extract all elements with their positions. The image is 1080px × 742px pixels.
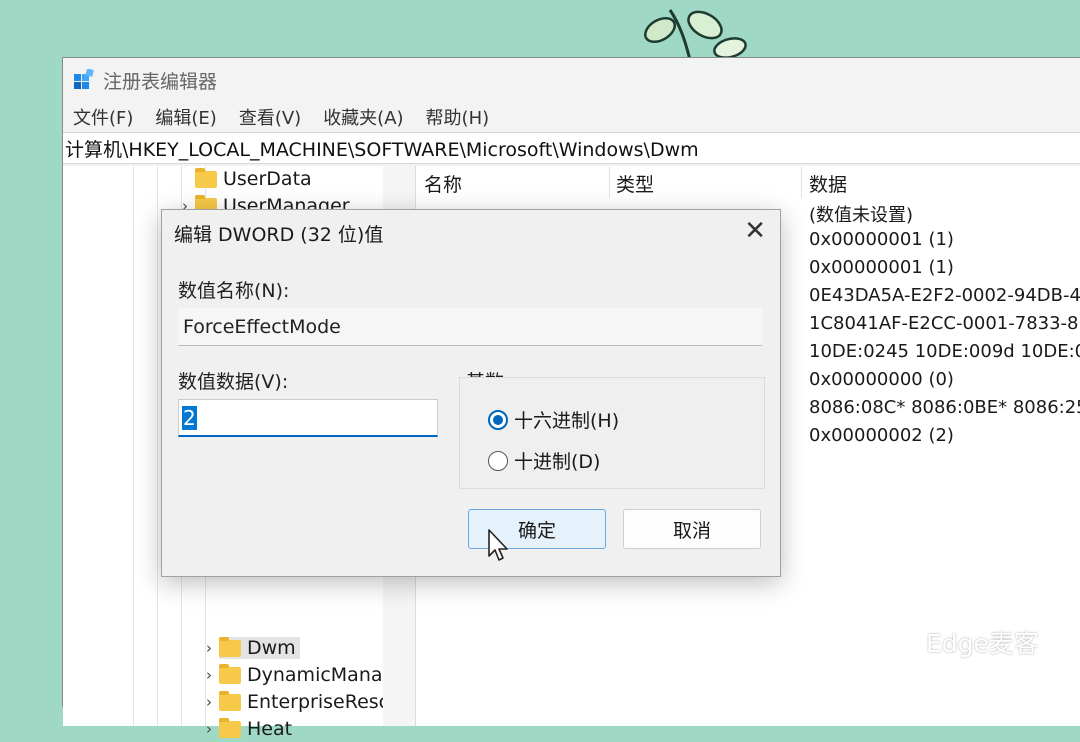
menu-file[interactable]: 文件(F) bbox=[73, 104, 133, 130]
folder-icon bbox=[219, 636, 241, 657]
folder-icon bbox=[219, 717, 241, 738]
value-name-text: ForceEffectMode bbox=[183, 315, 341, 338]
wallpaper-plant-art bbox=[644, 9, 747, 60]
menu-view[interactable]: 查看(V) bbox=[239, 104, 301, 130]
folder-icon bbox=[219, 663, 241, 684]
address-path: 计算机\HKEY_LOCAL_MACHINE\SOFTWARE\Microsof… bbox=[65, 138, 699, 161]
tree-item-label: DynamicMana bbox=[247, 664, 383, 686]
address-bar[interactable]: 计算机\HKEY_LOCAL_MACHINE\SOFTWARE\Microsof… bbox=[63, 132, 1080, 164]
selected-highlight: Dwm bbox=[219, 636, 300, 659]
value-data-text: 2 bbox=[182, 405, 197, 430]
value-name-label: 数值名称(N): bbox=[178, 280, 290, 302]
value-data-cell[interactable]: 0x00000002 (2) bbox=[809, 425, 954, 446]
value-data-cell[interactable]: 0x00000001 (1) bbox=[809, 257, 954, 278]
folder-icon bbox=[195, 167, 217, 188]
value-data-cell[interactable]: 0x00000000 (0) bbox=[809, 369, 954, 390]
tree-item-label: Dwm bbox=[247, 637, 296, 659]
menu-edit[interactable]: 编辑(E) bbox=[155, 104, 216, 130]
column-header-type[interactable]: 类型 bbox=[616, 170, 654, 197]
mouse-cursor-icon bbox=[488, 529, 508, 561]
tree-item-dynamicmana[interactable]: › DynamicMana bbox=[199, 662, 383, 688]
radio-hex-label: 十六进制(H) bbox=[514, 410, 620, 432]
tree-item-heat[interactable]: › Heat bbox=[199, 716, 292, 742]
radio-decimal[interactable]: 十进制(D) bbox=[488, 447, 600, 474]
dialog-title: 编辑 DWORD (32 位)值 bbox=[174, 224, 384, 246]
value-name-field: ForceEffectMode bbox=[178, 308, 762, 346]
value-data-cell[interactable]: 0x00000001 (1) bbox=[809, 229, 954, 250]
value-data-cell[interactable]: 10DE:0245 10DE:009d 10DE:0 bbox=[809, 341, 1080, 362]
wechat-icon bbox=[877, 624, 921, 659]
watermark-text: Edge麦客 bbox=[926, 629, 1039, 658]
tree-item-userdata[interactable]: UserData bbox=[175, 166, 312, 192]
chevron-right-icon: › bbox=[206, 693, 212, 711]
radio-hexadecimal[interactable]: 十六进制(H) bbox=[488, 406, 619, 433]
regedit-app-icon bbox=[74, 69, 94, 89]
radio-dec-label: 十进制(D) bbox=[514, 451, 601, 473]
value-data-cell[interactable]: (数值未设置) bbox=[809, 201, 913, 227]
tree-item-dwm[interactable]: › Dwm bbox=[199, 635, 300, 661]
tree-item-label: UserData bbox=[223, 168, 312, 190]
column-divider[interactable] bbox=[609, 166, 610, 198]
menu-bar: 文件(F) 编辑(E) 查看(V) 收藏夹(A) 帮助(H) bbox=[63, 102, 1080, 132]
column-divider[interactable] bbox=[801, 166, 802, 198]
watermark: Edge麦客 bbox=[876, 622, 1039, 662]
tree-guide-line bbox=[157, 166, 158, 726]
chevron-right-icon: › bbox=[206, 666, 212, 684]
tree-item-label: Heat bbox=[247, 718, 293, 740]
value-data-cell[interactable]: 8086:08C* 8086:0BE* 8086:25 bbox=[809, 397, 1080, 418]
radio-unselected-icon bbox=[488, 450, 508, 471]
value-data-input[interactable]: 2 bbox=[178, 399, 438, 437]
base-group: 十六进制(H) 十进制(D) bbox=[459, 377, 765, 489]
chevron-right-icon: › bbox=[206, 720, 212, 738]
value-data-cell[interactable]: 1C8041AF-E2CC-0001-7833-8 bbox=[809, 313, 1079, 334]
window-title: 注册表编辑器 bbox=[103, 70, 218, 93]
column-header-name[interactable]: 名称 bbox=[424, 170, 462, 197]
cancel-button[interactable]: 取消 bbox=[623, 509, 761, 549]
column-header-data[interactable]: 数据 bbox=[809, 170, 847, 197]
tree-guide-line bbox=[133, 166, 134, 726]
tree-item-label: EnterpriseResc bbox=[247, 691, 390, 713]
radio-selected-icon bbox=[488, 409, 508, 430]
chevron-right-icon: › bbox=[206, 639, 212, 657]
close-icon[interactable]: ✕ bbox=[744, 216, 766, 246]
value-data-cell[interactable]: 0E43DA5A-E2F2-0002-94DB-4 bbox=[809, 285, 1080, 306]
menu-help[interactable]: 帮助(H) bbox=[426, 104, 490, 130]
menu-favorites[interactable]: 收藏夹(A) bbox=[323, 104, 403, 130]
values-header: 名称 类型 数据 bbox=[416, 166, 1080, 198]
folder-icon bbox=[219, 690, 241, 711]
value-data-label: 数值数据(V): bbox=[178, 371, 289, 393]
title-bar: 注册表编辑器 bbox=[63, 58, 1080, 102]
edit-dword-dialog: 编辑 DWORD (32 位)值 ✕ 数值名称(N): ForceEffectM… bbox=[161, 209, 781, 577]
